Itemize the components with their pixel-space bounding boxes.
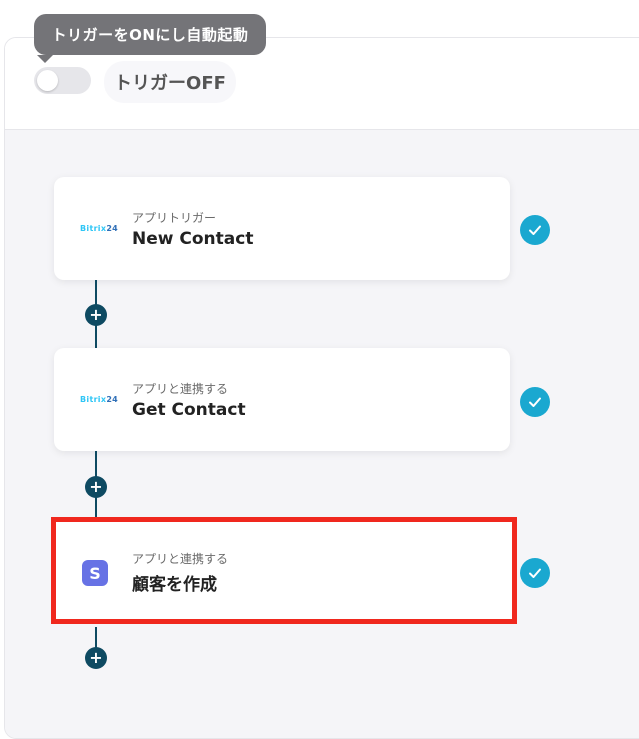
- tooltip-arrow: [37, 55, 53, 63]
- bitrix24-logo: Bitrix24: [80, 224, 118, 233]
- toggle-knob: [37, 70, 58, 91]
- add-step-button[interactable]: +: [85, 304, 107, 326]
- add-step-button[interactable]: +: [85, 647, 107, 669]
- bitrix-logo-text: Bitrix: [80, 395, 107, 404]
- bitrix-logo-text: Bitrix: [80, 224, 107, 233]
- check-icon: [520, 215, 550, 245]
- step-subtitle: アプリと連携する: [132, 552, 229, 566]
- trigger-status-label: トリガーOFF: [104, 61, 236, 103]
- bitrix-logo-number: 24: [106, 395, 119, 404]
- step-subtitle: アプリトリガー: [132, 211, 217, 225]
- step-title: 顧客を作成: [132, 575, 217, 595]
- step-card-create-customer[interactable]: S アプリと連携する 顧客を作成: [51, 517, 517, 624]
- trigger-tooltip: トリガーをONにし自動起動: [34, 14, 266, 55]
- check-icon: [520, 558, 550, 588]
- step-subtitle: アプリと連携する: [132, 382, 229, 396]
- step-card-get-contact[interactable]: Bitrix24 アプリと連携する Get Contact: [54, 348, 510, 451]
- add-step-button[interactable]: +: [85, 476, 107, 498]
- stripe-logo: S: [82, 560, 108, 586]
- connector-line: [95, 627, 97, 649]
- bitrix24-logo: Bitrix24: [80, 395, 118, 404]
- check-icon: [520, 387, 550, 417]
- trigger-toggle[interactable]: [34, 67, 91, 94]
- step-card-new-contact[interactable]: Bitrix24 アプリトリガー New Contact: [54, 177, 510, 280]
- bitrix-logo-number: 24: [106, 224, 119, 233]
- step-title: New Contact: [132, 229, 254, 249]
- step-title: Get Contact: [132, 400, 246, 420]
